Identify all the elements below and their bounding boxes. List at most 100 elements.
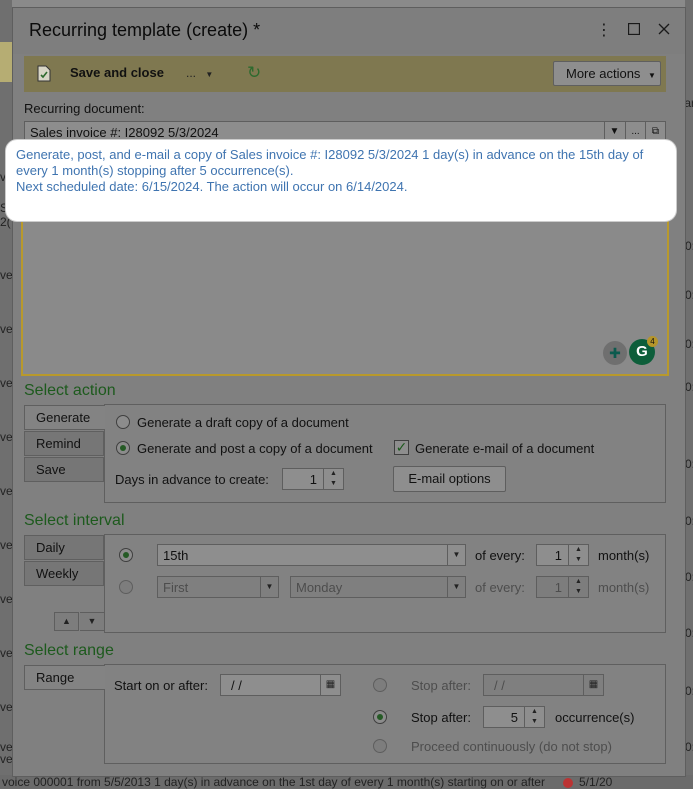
tab-daily[interactable]: Daily [24,535,104,560]
save-and-close-button[interactable]: Save and close [70,65,164,80]
of-every-label: of every: [475,580,525,595]
months-stepper[interactable]: 1 ▲ ▼ [536,544,589,566]
post-copy-label: Generate and post a copy of a document [137,441,373,456]
background-text: 0: [684,740,693,754]
close-icon[interactable] [654,21,674,41]
background-text: ve [0,484,13,498]
draft-copy-label: Generate a draft copy of a document [137,415,349,430]
background-text: 0: [684,570,693,584]
months-label: month(s) [598,548,650,563]
occurrences-value: 5 [510,710,518,725]
stop-date-field[interactable]: / / ▦ [483,674,604,696]
days-in-advance-label: Days in advance to create: [115,472,269,487]
recurring-template-dialog: Recurring template (create) * ⋮ Save and… [12,7,686,777]
post-copy-radio[interactable] [116,441,130,455]
occurrences-stepper[interactable]: 5 ▲ ▼ [483,706,545,728]
ordinal-select[interactable]: First ▼ [157,576,279,598]
status-dot-icon [562,777,573,788]
maximize-icon[interactable] [624,21,644,41]
background-text: 0: [684,288,693,302]
select-range-title: Select range [24,642,114,659]
email-checkbox[interactable]: ✓ [394,440,409,455]
stepper-arrows-icon[interactable]: ▲ ▼ [524,707,544,727]
tab-generate[interactable]: Generate [24,405,105,430]
more-actions-button[interactable]: More actions ▼ [553,61,661,86]
draft-copy-radio[interactable] [116,415,130,429]
proceed-continuously-label: Proceed continuously (do not stop) [411,739,612,754]
background-text: 0: [684,380,693,394]
description-text: Generate, post, and e-mail a copy of Sal… [16,147,656,195]
title-bar: Recurring template (create) * ⋮ [13,8,685,54]
background-text: ve [0,538,13,552]
months-value-2: 1 [554,580,562,595]
stepper-arrows-icon[interactable]: ▲ ▼ [568,545,588,565]
chevron-down-icon[interactable]: ▼ [260,577,278,597]
background-row-text: voice 000001 from 5/5/2013 1 day(s) in a… [2,775,545,789]
weekday-value: Monday [296,580,343,595]
toolbar: Save and close ... ▼ ↻ More actions ▼ [24,56,666,92]
background-text: ve [0,700,13,714]
background-text: ve [0,752,13,766]
start-date-field[interactable]: / / ▦ [220,674,341,696]
background-row: voice 000001 from 5/5/2013 1 day(s) in a… [0,775,693,789]
background-text: ve [0,646,13,660]
background-window-right: ar 0: 0: 0: 0: 0: 0: 0: 0: 0: 0: [684,0,693,789]
background-text: 0: [684,514,693,528]
start-on-label: Start on or after: [114,678,208,693]
chevron-down-icon: ▼ [648,71,656,80]
recurring-document-value: Sales invoice #: I28092 5/3/2024 [30,125,219,140]
tab-range[interactable]: Range [24,665,105,690]
stop-after-date-label: Stop after: [411,678,471,693]
stop-after-count-radio[interactable] [373,710,387,724]
grammarly-count-badge: 4 [647,336,658,347]
more-dropdown[interactable]: ... ▼ [186,66,213,80]
day-of-month-value: 15th [163,548,189,563]
background-text: ve [0,376,13,390]
stepper-arrows-icon[interactable]: ▲ ▼ [568,577,588,597]
window-title: Recurring template (create) * [29,20,261,40]
chevron-down-icon: ▼ [205,70,214,79]
weekday-select[interactable]: Monday ▼ [290,576,466,598]
chevron-down-icon[interactable]: ▼ [447,545,465,565]
stepper-arrows-icon[interactable]: ▲ ▼ [323,469,343,489]
stop-date-value: / / [494,678,505,693]
background-text: 0: [684,239,693,253]
background-text: 0: [684,337,693,351]
description-summary: Generate, post, and e-mail a copy of Sal… [16,147,644,178]
calendar-icon[interactable]: ▦ [320,675,340,695]
day-of-month-select[interactable]: 15th ▼ [157,544,466,566]
more-actions-label: More actions [566,66,641,81]
background-window-left: S 2( ve ve ve ve ve ve ve ve ve ve ve ve [0,0,13,789]
background-text: 0: [684,684,693,698]
refresh-icon[interactable]: ↻ [247,63,261,83]
stop-after-date-radio[interactable] [373,678,387,692]
email-label: Generate e-mail of a document [415,441,595,456]
weekday-of-month-radio[interactable] [119,580,133,594]
proceed-continuously-radio[interactable] [373,739,387,753]
background-text: 0: [684,457,693,471]
background-text: ve [0,592,13,606]
calendar-icon[interactable]: ▦ [583,675,603,695]
tab-save[interactable]: Save [24,457,104,482]
recurring-document-label: Recurring document: [24,101,145,116]
ordinal-value: First [163,580,189,595]
document-save-icon [37,65,51,82]
tab-weekly[interactable]: Weekly [24,561,104,586]
day-of-month-radio[interactable] [119,548,133,562]
email-options-button[interactable]: E-mail options [393,466,506,492]
lightbulb-icon[interactable]: ✚ [603,341,627,365]
move-down-icon[interactable]: ▼ [80,612,105,631]
background-row-date: 5/1/20 [578,775,613,789]
days-in-advance-value: 1 [309,472,317,487]
kebab-menu-icon[interactable]: ⋮ [594,21,614,41]
months-value: 1 [554,548,562,563]
of-every-label: of every: [475,548,525,563]
months-stepper-2[interactable]: 1 ▲ ▼ [536,576,589,598]
tab-remind[interactable]: Remind [24,431,104,456]
days-in-advance-stepper[interactable]: 1 ▲ ▼ [282,468,344,490]
next-scheduled-date: Next scheduled date: 6/15/2024. The acti… [16,179,408,194]
chevron-down-icon[interactable]: ▼ [447,577,465,597]
move-up-icon[interactable]: ▲ [54,612,79,631]
months-label: month(s) [598,580,650,595]
background-text: ve [0,430,13,444]
